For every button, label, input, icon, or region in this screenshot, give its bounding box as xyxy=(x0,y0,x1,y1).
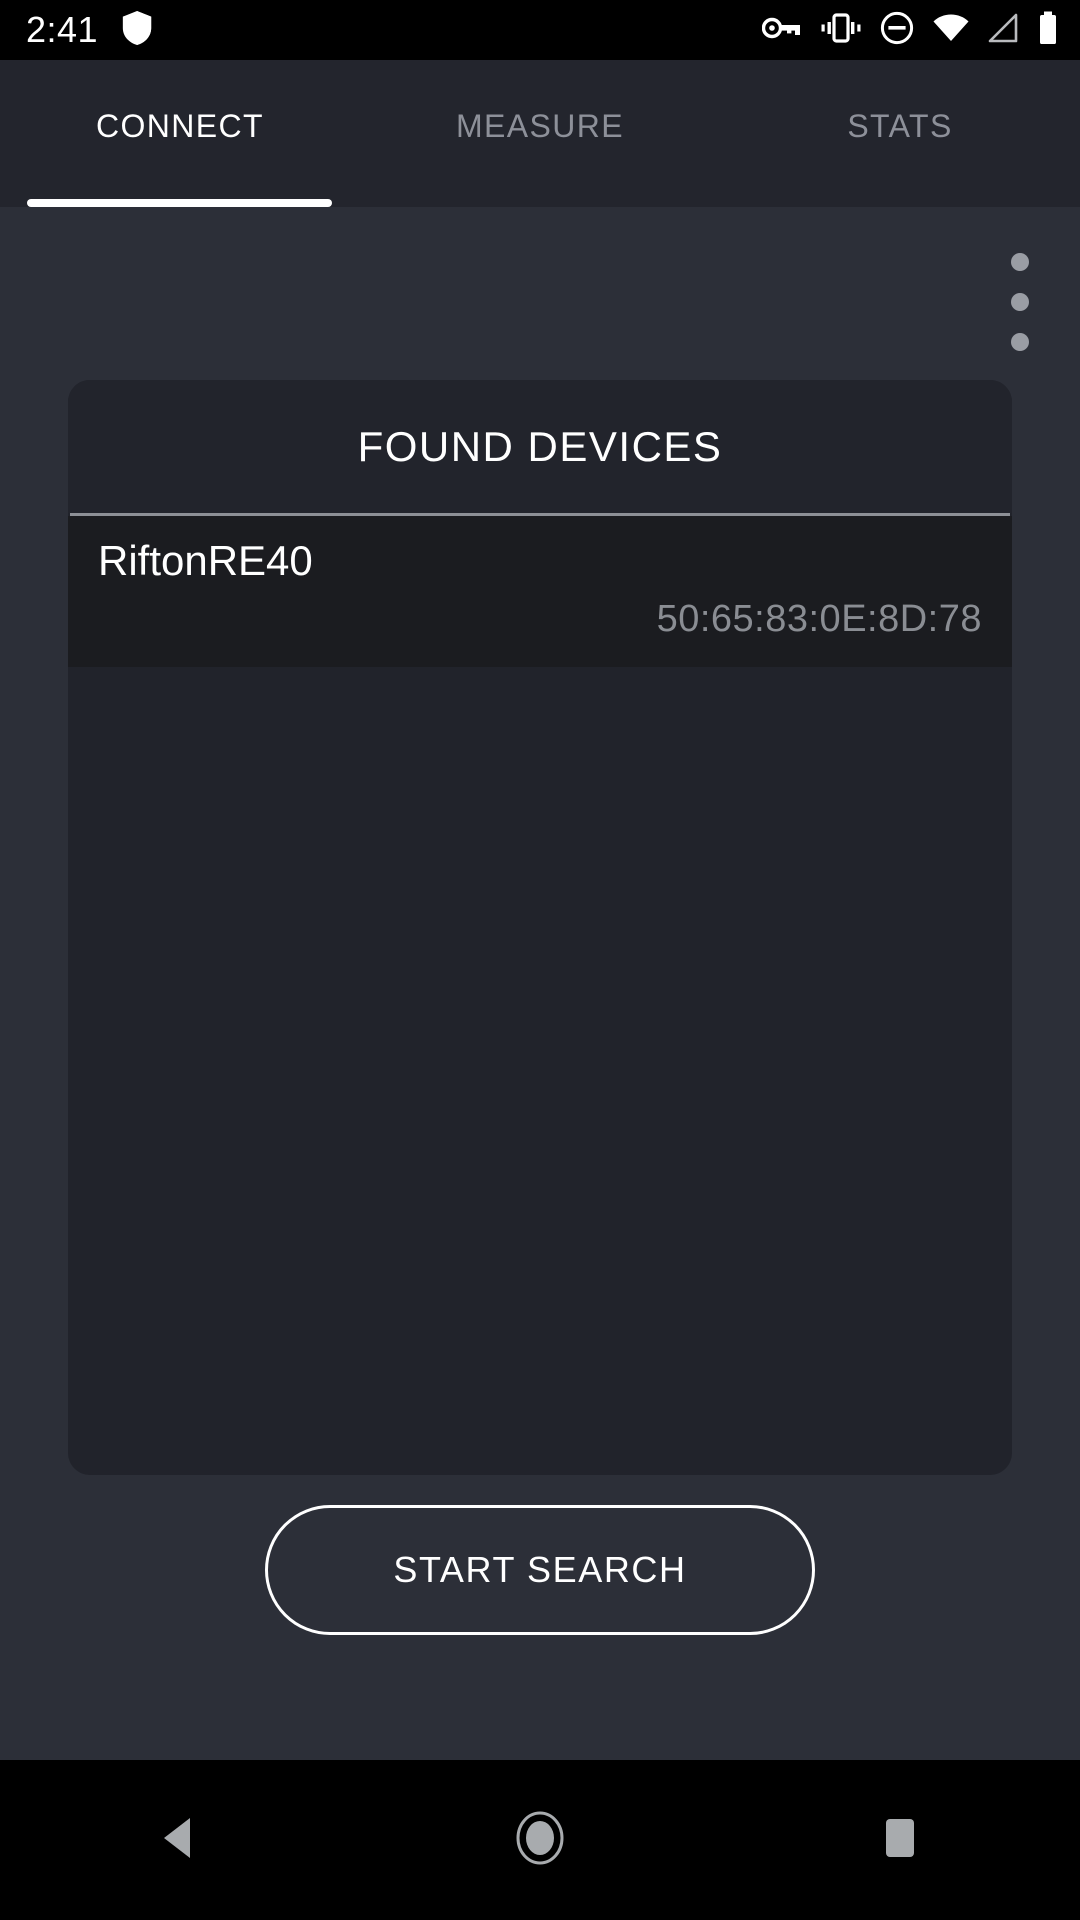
menu-dot-icon xyxy=(1011,293,1029,311)
tab-stats-label: STATS xyxy=(847,108,953,144)
back-triangle-icon xyxy=(152,1810,208,1871)
recents-square-icon xyxy=(876,1814,924,1867)
home-circle-icon xyxy=(505,1803,575,1878)
device-name: RiftonRE40 xyxy=(98,537,313,584)
tab-measure[interactable]: MEASURE xyxy=(360,60,720,207)
battery-full-icon xyxy=(1038,11,1058,50)
status-bar-left: 2:41 xyxy=(26,9,154,52)
tab-connect[interactable]: CONNECT xyxy=(0,60,360,207)
nav-back-button[interactable] xyxy=(90,1760,270,1920)
vpn-key-icon xyxy=(761,15,802,46)
tab-connect-label: CONNECT xyxy=(95,108,265,144)
device-list-item[interactable]: RiftonRE40 50:65:83:0E:8D:78 xyxy=(68,516,1012,668)
status-bar: 2:41 xyxy=(0,0,1080,60)
status-bar-right xyxy=(761,11,1058,50)
device-mac-address: 50:65:83:0E:8D:78 xyxy=(656,598,982,641)
found-devices-header: FOUND DEVICES xyxy=(68,380,1012,513)
found-devices-card: FOUND DEVICES RiftonRE40 50:65:83:0E:8D:… xyxy=(68,380,1012,1475)
wifi-icon xyxy=(932,13,970,48)
more-options-button[interactable] xyxy=(990,247,1050,357)
menu-dot-icon xyxy=(1011,253,1029,271)
found-devices-title: FOUND DEVICES xyxy=(357,422,723,470)
tab-bar: CONNECT MEASURE STATS xyxy=(0,60,1080,207)
android-navigation-bar xyxy=(0,1760,1080,1920)
nav-recents-button[interactable] xyxy=(810,1760,990,1920)
start-search-button[interactable]: START SEARCH xyxy=(265,1505,815,1635)
shield-icon xyxy=(120,9,154,52)
clock: 2:41 xyxy=(26,9,99,50)
cell-signal-icon xyxy=(988,13,1020,48)
do-not-disturb-icon xyxy=(880,11,914,50)
tab-active-indicator xyxy=(27,199,332,207)
tab-stats[interactable]: STATS xyxy=(720,60,1080,207)
menu-dot-icon xyxy=(1011,333,1029,351)
main-content: FOUND DEVICES RiftonRE40 50:65:83:0E:8D:… xyxy=(0,207,1080,1760)
vibrate-icon xyxy=(820,12,862,49)
nav-home-button[interactable] xyxy=(450,1760,630,1920)
tab-measure-label: MEASURE xyxy=(455,108,625,144)
